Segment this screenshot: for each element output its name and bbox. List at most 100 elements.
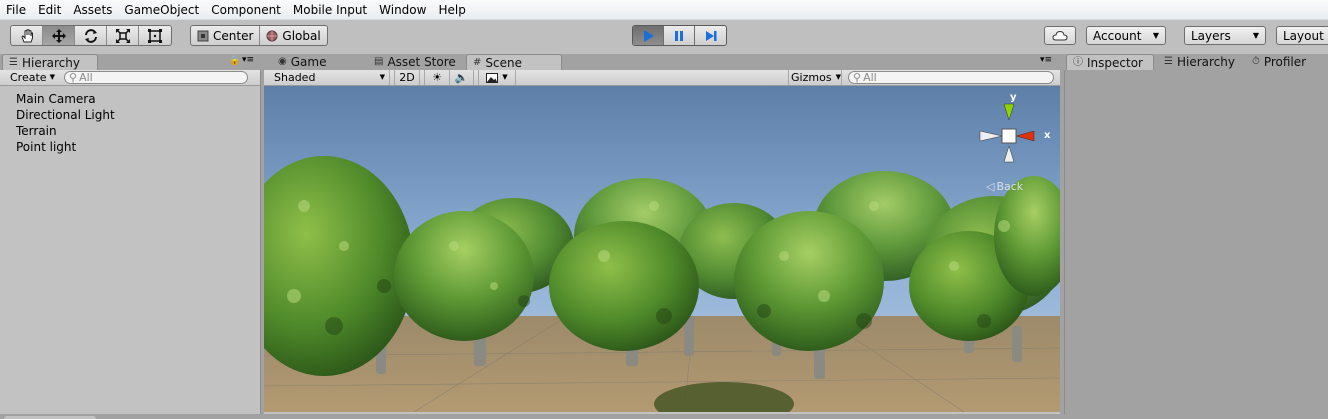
create-label: Create [10, 71, 47, 84]
step-button[interactable] [695, 26, 726, 45]
menu-component[interactable]: Component [205, 0, 287, 20]
tab-hierarchy-2[interactable]: ☰ Hierarchy [1158, 54, 1243, 70]
cloud-icon [1052, 30, 1068, 41]
menu-window[interactable]: Window [373, 0, 432, 20]
account-dropdown[interactable]: Account ▼ [1086, 26, 1166, 45]
move-tool-button[interactable] [43, 26, 75, 45]
scale-tool-button[interactable] [107, 26, 139, 45]
rect-icon [148, 28, 162, 43]
list-item[interactable]: Main Camera [16, 91, 96, 107]
tab-hierarchy-label: Hierarchy [21, 55, 80, 70]
bottom-panel-strip [0, 414, 1328, 419]
tab-hierarchy-2-label: Hierarchy [1176, 55, 1235, 69]
pause-button[interactable] [664, 26, 695, 45]
sun-icon: ☀ [432, 71, 442, 84]
layout-label: Layout [1283, 28, 1324, 43]
pause-icon [675, 30, 683, 41]
scene-search-input[interactable]: ⚲ All [848, 71, 1054, 84]
hierarchy-tabstrip: ☰ Hierarchy 🔒 ▾≡ [0, 54, 261, 70]
move-icon [51, 28, 66, 43]
gizmo-y-label: y [1010, 92, 1017, 103]
tab-game[interactable]: ◉ Game [272, 54, 334, 70]
menu-assets[interactable]: Assets [67, 0, 118, 20]
tab-game-label: Game [290, 55, 327, 69]
menu-edit[interactable]: Edit [32, 0, 67, 20]
scene-toolbar: Shaded ▼ 2D ☀ 🔈 ▼ Gizmos ▼ ⚲ All [264, 70, 1060, 86]
speaker-icon: 🔈 [454, 71, 469, 84]
shopping-bag-icon: ▤ [374, 56, 384, 67]
menu-file[interactable]: File [0, 0, 32, 20]
layout-dropdown[interactable]: Layout [1276, 26, 1328, 45]
scene-panel: Shaded ▼ 2D ☀ 🔈 ▼ Gizmos ▼ ⚲ All y x ◁ B… [264, 70, 1060, 414]
chevron-down-icon: ▼ [835, 73, 841, 81]
hierarchy-toolbar: Create ▼ ⚲ All [0, 70, 260, 86]
step-icon [705, 30, 716, 41]
rect-tool-button[interactable] [139, 26, 171, 45]
back-arrow-icon: ◁ [986, 180, 995, 193]
main-toolbar: Center Global Account ▼ Layers ▼ Layout [0, 20, 1328, 54]
search-icon: ⚲ [69, 71, 78, 84]
rotate-tool-button[interactable] [75, 26, 107, 45]
layers-label: Layers [1191, 28, 1231, 43]
pivot-mode-label: Center [213, 28, 254, 43]
2d-toggle[interactable]: 2D [394, 70, 420, 85]
menu-gameobject[interactable]: GameObject [118, 0, 205, 20]
pivot-center-icon [197, 30, 209, 41]
audio-toggle[interactable]: 🔈 [450, 70, 474, 85]
menu-mobile-input[interactable]: Mobile Input [287, 0, 373, 20]
gizmos-dropdown[interactable]: Gizmos ▼ [788, 70, 842, 85]
playback-controls [632, 25, 727, 46]
list-icon: ☰ [1164, 56, 1173, 67]
gizmo-x-label: x [1044, 130, 1051, 141]
play-icon [644, 29, 654, 42]
rotate-icon [84, 28, 97, 43]
list-item[interactable]: Directional Light [16, 107, 115, 123]
hand-icon [20, 28, 33, 42]
view-orientation-text: Back [996, 180, 1024, 193]
scale-icon [115, 28, 130, 43]
pivot-rotation-button[interactable]: Global [260, 26, 326, 45]
panel-menu-icon[interactable]: ▾≡ [1040, 55, 1052, 65]
tab-inspector[interactable]: ⓘ Inspector [1066, 54, 1154, 70]
chevron-down-icon: ▼ [379, 73, 385, 81]
transform-tools [10, 25, 172, 46]
scene-search-placeholder: All [863, 71, 877, 84]
play-button[interactable] [633, 26, 664, 45]
game-controller-icon: ◉ [278, 56, 287, 67]
image-icon [486, 72, 499, 83]
list-item[interactable]: Point light [16, 139, 76, 155]
lock-icon[interactable]: 🔒 [229, 56, 240, 66]
chevron-down-icon: ▼ [1152, 31, 1159, 40]
tab-scene[interactable]: # Scene [466, 54, 562, 70]
lighting-toggle[interactable]: ☀ [424, 70, 450, 85]
chevron-down-icon: ▼ [1252, 31, 1259, 40]
list-icon: ☰ [9, 56, 18, 68]
center-tabstrip: ◉ Game ▤ Asset Store # Scene ▾≡ [264, 54, 1060, 70]
search-icon: ⚲ [853, 71, 862, 84]
pivot-mode-button[interactable]: Center [191, 26, 261, 45]
tab-asset-store[interactable]: ▤ Asset Store [368, 54, 464, 70]
hierarchy-search-placeholder: All [79, 71, 93, 84]
hierarchy-search-input[interactable]: ⚲ All [64, 71, 248, 84]
tab-inspector-label: Inspector [1087, 55, 1143, 70]
right-tabstrip: ⓘ Inspector ☰ Hierarchy ⏱ Profiler [1064, 54, 1328, 70]
hand-tool-button[interactable] [11, 26, 43, 45]
layers-dropdown[interactable]: Layers ▼ [1184, 26, 1266, 45]
chevron-down-icon: ▼ [49, 73, 55, 81]
scene-viewport[interactable]: y x ◁ Back [264, 86, 1060, 412]
shading-mode-dropdown[interactable]: Shaded ▼ [264, 70, 390, 85]
list-item[interactable]: Terrain [16, 123, 57, 139]
tab-hierarchy[interactable]: ☰ Hierarchy [2, 54, 98, 70]
pivot-toggles: Center Global [190, 25, 328, 46]
tab-asset-store-label: Asset Store [387, 55, 456, 69]
menu-help[interactable]: Help [432, 0, 471, 20]
view-orientation-label[interactable]: ◁ Back [986, 180, 1023, 193]
gizmos-label: Gizmos [791, 71, 832, 84]
tab-scene-label: Scene [485, 55, 522, 70]
tab-profiler[interactable]: ⏱ Profiler [1246, 54, 1314, 70]
cloud-button[interactable] [1044, 26, 1076, 45]
effects-dropdown[interactable]: ▼ [478, 70, 516, 85]
create-dropdown[interactable]: Create ▼ [10, 71, 55, 84]
panel-menu-icon[interactable]: ▾≡ [242, 55, 254, 65]
hierarchy-panel: Create ▼ ⚲ All Main Camera Directional L… [0, 70, 261, 414]
